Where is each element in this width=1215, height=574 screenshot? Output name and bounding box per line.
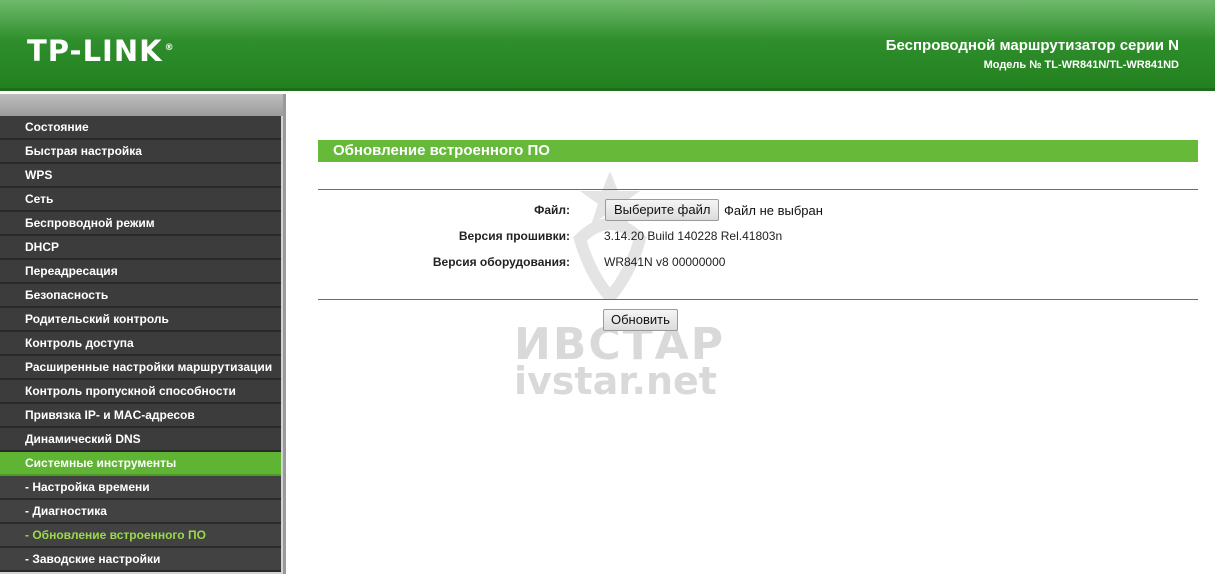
sidebar-subitem-firmware-upgrade[interactable]: - Обновление встроенного ПО <box>0 524 281 548</box>
sidebar-item-status[interactable]: Состояние <box>0 116 281 140</box>
sidebar-item-wireless[interactable]: Беспроводной режим <box>0 212 281 236</box>
model-number: Модель № TL-WR841N/TL-WR841ND <box>983 59 1179 71</box>
firmware-version-value: 3.14.20 Build 140228 Rel.41803n <box>604 229 783 243</box>
sidebar-item-quick-setup[interactable]: Быстрая настройка <box>0 140 281 164</box>
sidebar-item-network[interactable]: Сеть <box>0 188 281 212</box>
sidebar-subitem-time-settings[interactable]: - Настройка времени <box>0 476 281 500</box>
header-banner: TP-LINK ® Беспроводной маршрутизатор сери… <box>0 0 1215 91</box>
page-title: Обновление встроенного ПО <box>318 140 1198 162</box>
header-shine <box>0 0 1215 40</box>
sidebar-item-dynamic-dns[interactable]: Динамический DNS <box>0 428 281 452</box>
hardware-version-value: WR841N v8 00000000 <box>604 255 726 269</box>
sidebar-item-dhcp[interactable]: DHCP <box>0 236 281 260</box>
watermark-url: ivstar.net <box>514 359 717 403</box>
main-content: ИВСТАР ivstar.net Обновление встроенного… <box>286 97 1215 574</box>
sidebar-menu: Состояние Быстрая настройка WPS Сеть Бес… <box>0 116 281 572</box>
sidebar-item-parental-control[interactable]: Родительский контроль <box>0 308 281 332</box>
divider-top <box>318 189 1198 190</box>
sidebar-item-ip-mac-binding[interactable]: Привязка IP- и MAC-адресов <box>0 404 281 428</box>
sidebar-item-security[interactable]: Безопасность <box>0 284 281 308</box>
sidebar-header <box>0 94 283 116</box>
divider-bottom <box>318 299 1198 300</box>
upgrade-button[interactable]: Обновить <box>603 309 678 331</box>
sidebar-item-wps[interactable]: WPS <box>0 164 281 188</box>
hardware-version-label: Версия оборудования: <box>432 255 570 269</box>
sidebar-subitem-factory-defaults[interactable]: - Заводские настройки <box>0 548 281 572</box>
sidebar: Состояние Быстрая настройка WPS Сеть Бес… <box>0 94 286 574</box>
firmware-version-label: Версия прошивки: <box>458 229 570 243</box>
sidebar-item-system-tools[interactable]: Системные инструменты <box>0 452 281 476</box>
sidebar-item-advanced-routing[interactable]: Расширенные настройки маршрутизации <box>0 356 281 380</box>
tp-link-logo: TP-LINK ® <box>27 34 175 68</box>
sidebar-item-forwarding[interactable]: Переадресация <box>0 260 281 284</box>
file-status: Файл не выбран <box>724 203 823 218</box>
sidebar-item-access-control[interactable]: Контроль доступа <box>0 332 281 356</box>
product-title: Беспроводной маршрутизатор серии N <box>885 37 1179 54</box>
choose-file-button[interactable]: Выберите файл <box>605 199 720 221</box>
sidebar-subitem-diagnostics[interactable]: - Диагностика <box>0 500 281 524</box>
file-label: Файл: <box>534 203 570 217</box>
sidebar-item-bandwidth-control[interactable]: Контроль пропускной способности <box>0 380 281 404</box>
